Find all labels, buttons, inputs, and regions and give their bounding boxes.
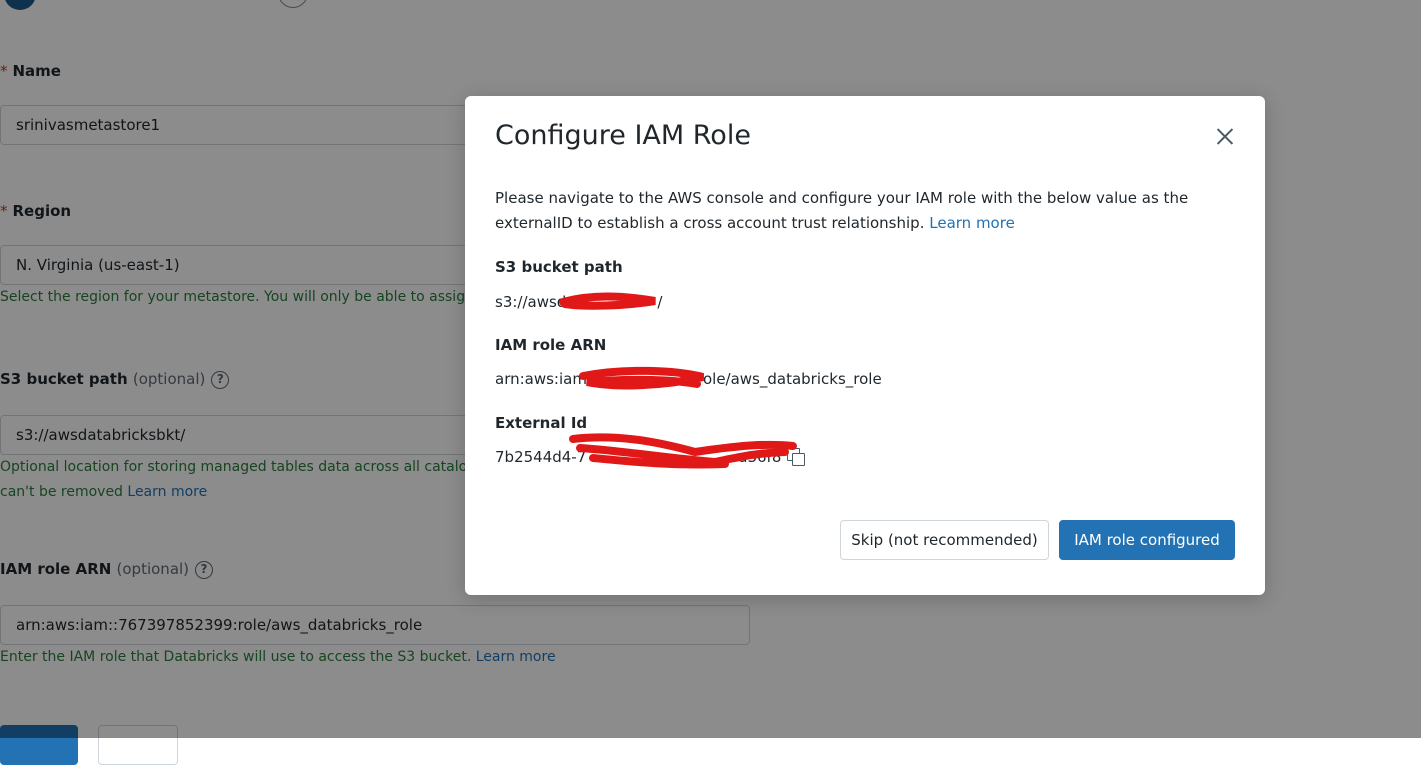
s3-bucket-path-label: S3 bucket path [495,258,623,276]
dialog-description: Please navigate to the AWS console and c… [495,189,1189,232]
dialog-learn-more-link[interactable]: Learn more [929,214,1015,232]
iam-role-arn-value: arn:aws:iam ole/aws_databricks_role [495,370,882,388]
copy-icon[interactable] [787,448,806,466]
external-id-label: External Id [495,414,588,432]
s3-bucket-path-value: s3://awsd / [495,293,663,311]
skip-button[interactable]: Skip (not recommended) [840,520,1049,560]
iam-role-configured-button[interactable]: IAM role configured [1059,520,1235,560]
external-id-value: 7b2544d4-7 a36f8 [495,448,806,466]
dialog-title: Configure IAM Role [495,120,751,151]
close-icon[interactable] [1212,124,1238,150]
configure-iam-role-dialog: Configure IAM Role Please navigate to th… [465,96,1265,595]
iam-role-arn-label: IAM role ARN [495,336,607,354]
